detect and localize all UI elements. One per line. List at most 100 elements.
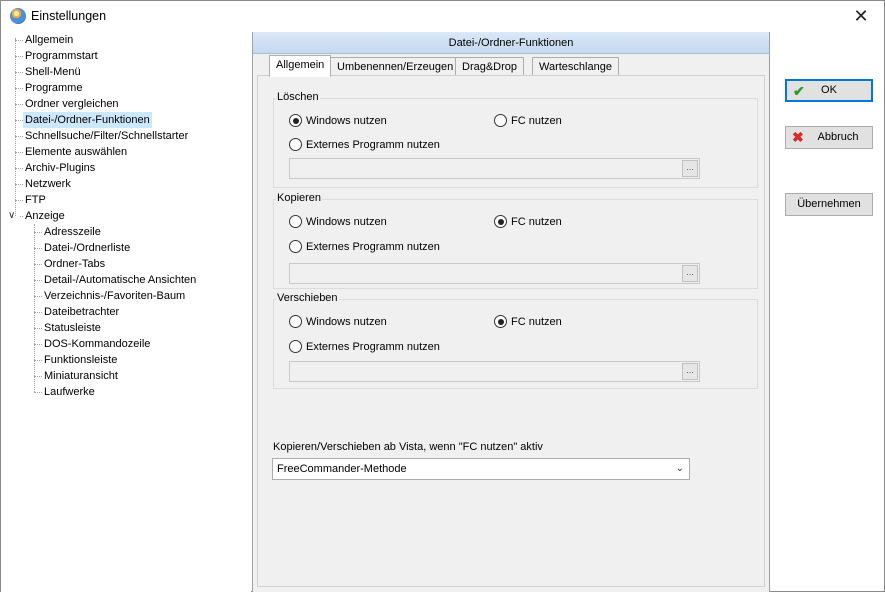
tree-connector — [34, 296, 42, 297]
tree-item-miniaturansicht[interactable]: Miniaturansicht — [42, 368, 120, 384]
tree-item-datei-ordner-funktionen[interactable]: Datei-/Ordner-Funktionen — [23, 112, 152, 128]
apply-button[interactable]: Übernehmen — [785, 193, 873, 216]
tree-connector — [15, 38, 16, 216]
tree-connector — [34, 344, 42, 345]
radio-label: Externes Programm nutzen — [306, 341, 440, 353]
title-bar: Einstellungen ✕ — [1, 1, 884, 31]
tree-connector — [15, 152, 23, 153]
tree-item-ordner-tabs[interactable]: Ordner-Tabs — [42, 256, 107, 272]
tab-umbenennen-erzeugen[interactable]: Umbenennen/Erzeugen — [330, 57, 461, 76]
tree-connector — [34, 312, 42, 313]
tree-connector — [15, 136, 23, 137]
browse-button[interactable]: ... — [682, 160, 698, 177]
tree-connector — [15, 184, 23, 185]
tab-warteschlange[interactable]: Warteschlange — [532, 57, 619, 76]
tree-item-verzeichnis-baum[interactable]: Verzeichnis-/Favoriten-Baum — [42, 288, 187, 304]
tree-item-schnellsuche[interactable]: Schnellsuche/Filter/Schnellstarter — [23, 128, 190, 144]
radio-loeschen-fc[interactable]: FC nutzen — [494, 113, 562, 129]
tab-page-allgemein: Löschen Windows nutzen FC nutzen Externe… — [257, 75, 765, 587]
browse-button[interactable]: ... — [682, 363, 698, 380]
loeschen-path-input[interactable]: ... — [289, 158, 700, 179]
radio-label: FC nutzen — [511, 115, 562, 127]
tree-item-elemente-auswaehlen[interactable]: Elemente auswählen — [23, 144, 129, 160]
tree-item-funktionsleiste[interactable]: Funktionsleiste — [42, 352, 119, 368]
tree-item-shell-menu[interactable]: Shell-Menü — [23, 64, 83, 80]
radio-indicator — [494, 315, 507, 328]
tree-item-ordner-vergleichen[interactable]: Ordner vergleichen — [23, 96, 121, 112]
group-loeschen: Löschen Windows nutzen FC nutzen Externe… — [273, 91, 758, 188]
tree-connector — [15, 168, 23, 169]
tree-item-programmstart[interactable]: Programmstart — [23, 48, 100, 64]
tree-item-adresszeile[interactable]: Adresszeile — [42, 224, 103, 240]
tree-connector — [15, 40, 23, 41]
group-kopieren: Kopieren Windows nutzen FC nutzen Extern… — [273, 192, 758, 289]
tree-item-archiv-plugins[interactable]: Archiv-Plugins — [23, 160, 97, 176]
tree-connector — [15, 200, 23, 201]
browse-button[interactable]: ... — [682, 265, 698, 282]
radio-loeschen-windows[interactable]: Windows nutzen — [289, 113, 387, 129]
radio-label: Externes Programm nutzen — [306, 241, 440, 253]
tab-drag-drop[interactable]: Drag&Drop — [455, 57, 525, 76]
vista-method-label: Kopieren/Verschieben ab Vista, wenn "FC … — [273, 441, 543, 453]
radio-loeschen-extern[interactable]: Externes Programm nutzen — [289, 137, 440, 153]
checkmark-icon: ✔ — [793, 83, 805, 99]
chevron-down-icon: ⌄ — [675, 463, 684, 474]
tree-connector — [34, 224, 35, 392]
tree-item-dos-kommandozeile[interactable]: DOS-Kommandozeile — [42, 336, 152, 352]
vista-method-select[interactable]: FreeCommander-Methode ⌄ — [272, 458, 690, 480]
apply-button-label: Übernehmen — [797, 198, 861, 210]
tree-item-datei-ordnerliste[interactable]: Datei-/Ordnerliste — [42, 240, 132, 256]
tree-connector — [15, 104, 23, 105]
ok-button[interactable]: ✔ OK — [785, 79, 873, 102]
close-button[interactable]: ✕ — [838, 1, 884, 31]
chevron-down-icon[interactable]: ∨ — [8, 211, 18, 221]
radio-indicator — [289, 315, 302, 328]
tab-allgemein[interactable]: Allgemein — [269, 55, 332, 77]
tree-item-laufwerke[interactable]: Laufwerke — [42, 384, 97, 400]
radio-indicator — [289, 340, 302, 353]
radio-label: Windows nutzen — [306, 216, 387, 228]
radio-verschieben-fc[interactable]: FC nutzen — [494, 314, 562, 330]
radio-kopieren-extern[interactable]: Externes Programm nutzen — [289, 239, 440, 255]
radio-kopieren-fc[interactable]: FC nutzen — [494, 214, 562, 230]
group-verschieben: Verschieben Windows nutzen FC nutzen Ext… — [273, 292, 758, 389]
tree-item-anzeige[interactable]: Anzeige — [23, 208, 67, 224]
tree-item-dateibetrachter[interactable]: Dateibetrachter — [42, 304, 121, 320]
radio-indicator — [289, 215, 302, 228]
radio-indicator — [289, 114, 302, 127]
radio-verschieben-windows[interactable]: Windows nutzen — [289, 314, 387, 330]
tree-connector — [15, 120, 23, 121]
tree-connector — [34, 376, 42, 377]
radio-indicator — [494, 114, 507, 127]
tree-connector — [34, 232, 42, 233]
radio-label: FC nutzen — [511, 316, 562, 328]
tree-item-ftp[interactable]: FTP — [23, 192, 48, 208]
kopieren-path-input[interactable]: ... — [289, 263, 700, 284]
radio-indicator — [289, 240, 302, 253]
verschieben-path-input[interactable]: ... — [289, 361, 700, 382]
tree-connector — [15, 88, 23, 89]
group-label: Löschen — [276, 91, 320, 103]
group-label: Verschieben — [276, 292, 339, 304]
tree-item-netzwerk[interactable]: Netzwerk — [23, 176, 73, 192]
radio-indicator — [289, 138, 302, 151]
radio-indicator — [494, 215, 507, 228]
tree-connector — [34, 264, 42, 265]
settings-window: Einstellungen ✕ Allgemein Programmstart … — [0, 0, 885, 592]
panel-title: Datei-/Ordner-Funktionen — [253, 32, 769, 54]
tree-item-detail-ansichten[interactable]: Detail-/Automatische Ansichten — [42, 272, 198, 288]
tree-connector — [15, 72, 23, 73]
radio-kopieren-windows[interactable]: Windows nutzen — [289, 214, 387, 230]
radio-label: Windows nutzen — [306, 316, 387, 328]
tree-connector — [34, 328, 42, 329]
tree-connector — [34, 280, 42, 281]
cross-icon: ✖ — [792, 129, 804, 145]
freecommander-icon — [10, 8, 26, 24]
tree-item-allgemein[interactable]: Allgemein — [23, 32, 75, 48]
radio-verschieben-extern[interactable]: Externes Programm nutzen — [289, 339, 440, 355]
settings-panel: Datei-/Ordner-Funktionen Allgemein Umben… — [252, 32, 770, 592]
tree-item-programme[interactable]: Programme — [23, 80, 84, 96]
tree-item-statusleiste[interactable]: Statusleiste — [42, 320, 103, 336]
cancel-button[interactable]: ✖ Abbruch — [785, 126, 873, 149]
radio-label: Windows nutzen — [306, 115, 387, 127]
